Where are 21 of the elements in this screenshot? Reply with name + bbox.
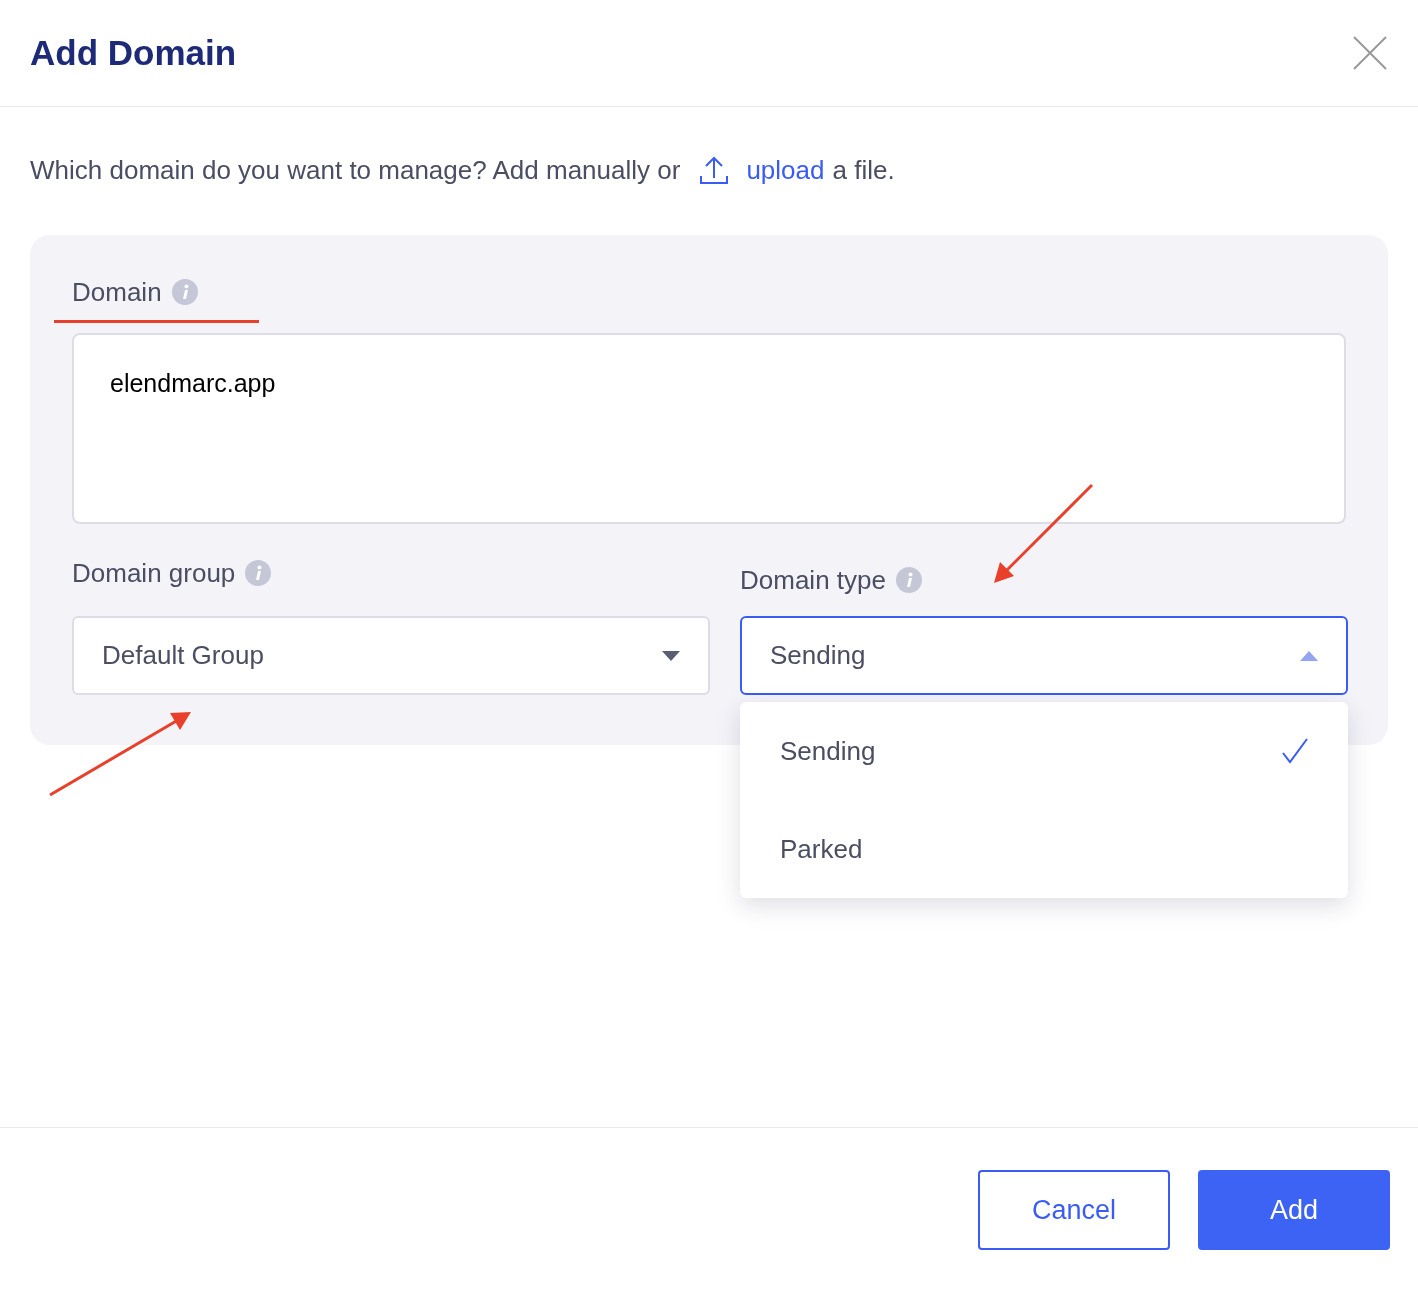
select-field[interactable]: Sending [740,616,1348,695]
upload-link[interactable]: upload [746,152,825,188]
field-label: Domain group [72,558,236,588]
info-icon [895,567,922,593]
domain-input[interactable]: elendmarc.app [72,333,1346,524]
info-icon [171,279,198,305]
dropdown-option[interactable]: Parked [740,800,1348,898]
field-label: Domain type [740,565,886,595]
add-button[interactable]: Add [1198,1170,1390,1250]
upload-icon[interactable] [698,154,731,186]
select-field[interactable]: Default Group [72,616,710,695]
caret-down-icon [662,650,680,661]
dropdown-option[interactable]: Sending [740,702,1348,800]
intro-text: Which domain do you want to manage? Add manually or [30,154,681,187]
dialog-title: Add Domain [30,32,237,74]
field-label: Domain [72,277,162,307]
caret-up-icon [1300,650,1318,661]
close-button[interactable] [1352,35,1388,71]
cancel-button[interactable]: Cancel [978,1170,1170,1250]
info-icon [245,560,272,586]
intro-text: a file. [832,154,895,187]
